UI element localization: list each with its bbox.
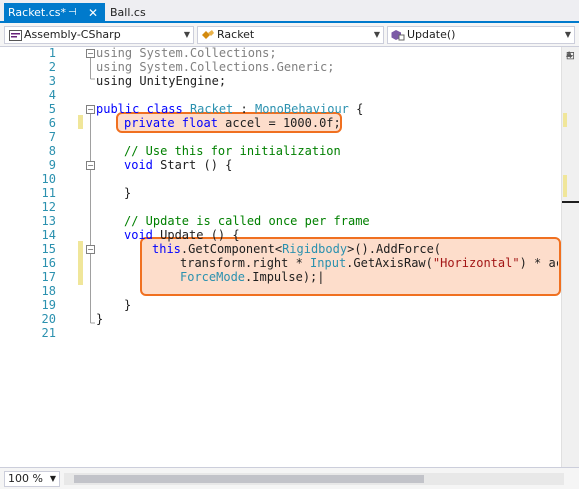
class-icon bbox=[201, 27, 215, 43]
line-number: 6 bbox=[48, 116, 56, 130]
line-number: 12 bbox=[41, 200, 56, 214]
tab-label: Ball.cs bbox=[110, 6, 146, 19]
csharp-project-icon bbox=[8, 27, 22, 43]
line-number: 14 bbox=[41, 228, 56, 242]
code-line-20: } bbox=[96, 312, 104, 326]
code-line-2: using System.Collections.Generic; bbox=[96, 60, 335, 74]
scroll-thumb[interactable] bbox=[74, 475, 424, 483]
vertical-scrollbar[interactable]: ▲ bbox=[561, 47, 579, 467]
zoom-level: 100 % bbox=[8, 472, 43, 485]
chevron-down-icon: ▼ bbox=[373, 30, 380, 39]
scroll-change-marker bbox=[563, 113, 567, 127]
line-number: 10 bbox=[41, 172, 56, 186]
collapse-toggle[interactable]: − bbox=[86, 245, 95, 254]
member-name: Update() bbox=[407, 28, 456, 41]
code-line-17: ForceMode.Impulse);| bbox=[180, 270, 325, 284]
line-number: 18 bbox=[41, 284, 56, 298]
tab-racket-cs[interactable]: Racket.cs* ⊣ ✕ bbox=[4, 3, 105, 23]
line-number: 1 bbox=[48, 46, 56, 60]
change-marker bbox=[78, 115, 83, 129]
class-dropdown[interactable]: Racket ▼ bbox=[197, 26, 384, 44]
pin-icon[interactable]: ⊣ bbox=[68, 3, 77, 23]
code-line-5: public class Racket : MonoBehaviour { bbox=[96, 102, 364, 116]
zoom-dropdown[interactable]: 100 % ▼ bbox=[4, 471, 60, 487]
code-line-1: using System.Collections; bbox=[96, 46, 277, 60]
member-dropdown[interactable]: Update() ▼ bbox=[387, 26, 575, 44]
method-icon bbox=[391, 27, 405, 43]
project-name: Assembly-CSharp bbox=[24, 28, 121, 41]
code-line-15: this.GetComponent<Rigidbody>().AddForce( bbox=[152, 242, 442, 256]
code-line-8: // Use this for initialization bbox=[124, 144, 341, 158]
tab-bar: Racket.cs* ⊣ ✕ Ball.cs bbox=[0, 0, 579, 23]
code-line-9: void Start () { bbox=[124, 158, 233, 172]
tab-label: Racket.cs* bbox=[8, 6, 67, 19]
code-line-13: // Update is called once per frame bbox=[124, 214, 370, 228]
line-number: 15 bbox=[41, 242, 56, 256]
line-number: 17 bbox=[41, 270, 56, 284]
class-name: Racket bbox=[217, 28, 255, 41]
status-bar: 100 % ▼ bbox=[0, 467, 579, 489]
code-editor[interactable]: 1 2 3 4 5 6 7 8 9 10 11 12 13 14 15 16 1… bbox=[0, 46, 579, 467]
chevron-down-icon: ▼ bbox=[564, 30, 571, 39]
line-number: 5 bbox=[48, 102, 56, 116]
line-number: 4 bbox=[48, 88, 56, 102]
chevron-down-icon: ▼ bbox=[49, 474, 56, 483]
change-marker bbox=[78, 241, 83, 285]
horizontal-scrollbar[interactable] bbox=[64, 473, 564, 485]
code-line-19: } bbox=[124, 298, 132, 312]
code-line-11: } bbox=[124, 186, 132, 200]
scroll-change-marker bbox=[563, 175, 567, 197]
line-number: 9 bbox=[48, 158, 56, 172]
line-number: 19 bbox=[41, 298, 56, 312]
code-line-3: using UnityEngine; bbox=[96, 74, 227, 88]
split-window-icon[interactable]: ⊞ bbox=[566, 49, 575, 62]
chevron-down-icon: ▼ bbox=[183, 30, 190, 39]
tab-ball-cs[interactable]: Ball.cs bbox=[106, 3, 156, 23]
line-number: 7 bbox=[48, 130, 56, 144]
code-line-16: transform.right * Input.GetAxisRaw("Hori… bbox=[180, 257, 558, 270]
code-line-14: void Update () { bbox=[124, 228, 240, 242]
line-number: 13 bbox=[41, 214, 56, 228]
line-number: 11 bbox=[41, 186, 56, 200]
collapse-toggle[interactable]: − bbox=[86, 161, 95, 170]
line-number: 21 bbox=[41, 326, 56, 340]
collapse-toggle[interactable]: − bbox=[86, 49, 95, 58]
code-line-6: private float accel = 1000.0f; bbox=[124, 116, 341, 130]
line-number: 20 bbox=[41, 312, 56, 326]
line-number: 2 bbox=[48, 60, 56, 74]
line-number: 3 bbox=[48, 74, 56, 88]
project-dropdown[interactable]: Assembly-CSharp ▼ bbox=[4, 26, 194, 44]
inner-outlining-guides bbox=[90, 170, 91, 307]
line-number: 8 bbox=[48, 144, 56, 158]
line-number: 16 bbox=[41, 256, 56, 270]
collapse-toggle[interactable]: − bbox=[86, 105, 95, 114]
navigation-bar: Assembly-CSharp ▼ Racket ▼ Update() ▼ bbox=[0, 23, 579, 47]
close-icon[interactable]: ✕ bbox=[88, 3, 98, 23]
scroll-position-marker bbox=[562, 201, 579, 203]
